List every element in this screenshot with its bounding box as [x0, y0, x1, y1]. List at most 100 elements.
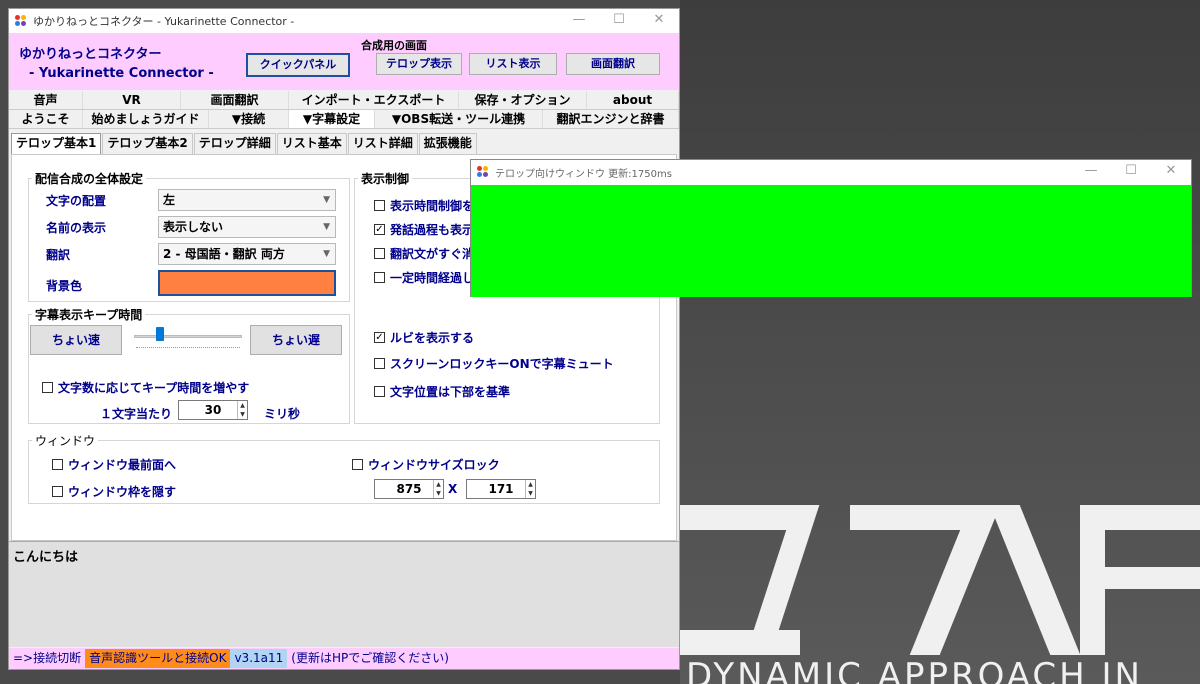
subtab-telop-detail[interactable]: テロップ詳細	[193, 133, 276, 154]
tab-about[interactable]: about	[587, 91, 679, 109]
tab-import-export[interactable]: インポート・エクスポート	[289, 91, 459, 109]
topmost-checkbox[interactable]: ウィンドウ最前面へ	[52, 456, 176, 473]
tab-translation-engine[interactable]: 翻訳エンジンと辞書	[543, 110, 679, 128]
hide-frame-checkbox[interactable]: ウィンドウ枠を隠す	[52, 483, 176, 500]
telop-chroma-area	[471, 185, 1191, 297]
name-display-select[interactable]: 表示しない ▼	[158, 216, 336, 238]
display-item-label: 表示時間制御を	[390, 199, 475, 213]
display-item-label: スクリーンロックキーONで字幕ミュート	[390, 357, 614, 371]
status-bar: =>接続切断 音声認識ツールと接続OK v3.1a11 (更新はHPでご確認くだ…	[9, 648, 679, 669]
app-name-jp: ゆかりねっとコネクター	[19, 47, 162, 62]
tab-screen-translate[interactable]: 画面翻訳	[181, 91, 289, 109]
telop-view-button[interactable]: テロップ表示	[376, 53, 462, 75]
close-button[interactable]: ✕	[639, 9, 679, 33]
app-header: ゆかりねっとコネクター - Yukarinette Connector - 合成…	[9, 33, 679, 90]
translation-label: 翻訳	[46, 248, 71, 262]
size-separator: X	[448, 482, 458, 496]
checkbox-box	[42, 382, 53, 393]
chevron-down-icon: ▼	[323, 249, 330, 259]
tab-connection[interactable]: ▼接続	[209, 110, 289, 128]
spin-arrows-icon[interactable]: ▲ ▼	[525, 480, 535, 498]
checkbox-box	[374, 358, 385, 369]
subtab-telop-basic-1[interactable]: テロップ基本1	[11, 133, 102, 154]
display-time-control-checkbox[interactable]: 表示時間制御を	[374, 197, 474, 214]
bottom-align-checkbox[interactable]: 文字位置は下部を基準	[374, 383, 510, 400]
checkbox-box	[374, 272, 385, 283]
timeout-checkbox[interactable]: 一定時間経過し	[374, 269, 474, 286]
tab-obs-transfer[interactable]: ▼OBS転送・ツール連携	[375, 110, 543, 128]
subtabs: テロップ基本1 テロップ基本2 テロップ詳細 リスト基本 リスト詳細 拡張機能	[11, 133, 478, 154]
window-width-input[interactable]: 875 ▲ ▼	[374, 479, 444, 499]
chevron-down-icon: ▼	[323, 222, 330, 232]
faster-button[interactable]: ちょい速	[30, 325, 122, 355]
display-item-label: 発話過程も表示	[390, 223, 475, 237]
per-char-value: 30	[204, 403, 222, 417]
close-button[interactable]: ✕	[1151, 160, 1191, 184]
name-display-value: 表示しない	[163, 220, 224, 234]
slower-button[interactable]: ちょい遅	[250, 325, 342, 355]
checkbox-box: ✓	[374, 224, 385, 235]
main-titlebar[interactable]: ゆかりねっとコネクター - Yukarinette Connector - — …	[9, 9, 679, 33]
text-align-label: 文字の配置	[46, 194, 107, 208]
tab-save-options[interactable]: 保存・オプション	[459, 91, 587, 109]
minimize-button[interactable]: —	[1071, 160, 1111, 184]
increase-by-chars-label: 文字数に応じてキープ時間を増やす	[58, 381, 250, 395]
app-icon	[15, 15, 27, 27]
display-item-label: 一定時間経過し	[390, 271, 475, 285]
keep-slider-track[interactable]	[134, 335, 242, 338]
translation-value: 2 - 母国語・翻訳 両方	[163, 247, 285, 261]
ms-label: ミリ秒	[264, 407, 301, 421]
window-height-input[interactable]: 171 ▲ ▼	[466, 479, 536, 499]
checkbox-box	[52, 486, 63, 497]
screen-translate-button[interactable]: 画面翻訳	[566, 53, 660, 75]
checkbox-box: ✓	[374, 332, 385, 343]
tab-vr[interactable]: VR	[83, 91, 181, 109]
spin-arrows-icon[interactable]: ▲ ▼	[433, 480, 443, 498]
spin-arrows-icon[interactable]: ▲ ▼	[237, 401, 247, 419]
bg-color-label: 背景色	[46, 279, 83, 293]
screenlock-mute-checkbox[interactable]: スクリーンロックキーONで字幕ミュート	[374, 355, 614, 372]
maximize-button[interactable]: ☐	[1111, 160, 1151, 184]
display-group-title: 表示制御	[358, 170, 413, 187]
bg-color-swatch[interactable]	[158, 270, 336, 296]
checkbox-box	[374, 248, 385, 259]
compose-label: 合成用の画面	[361, 39, 427, 52]
checkbox-box	[52, 459, 63, 470]
checkbox-box	[374, 200, 385, 211]
wallpaper-text: DYNAMIC APPROACH IN	[686, 656, 1143, 684]
window-height-value: 171	[488, 482, 514, 496]
main-tabs-row1: 音声 VR 画面翻訳 インポート・エクスポート 保存・オプション about	[9, 91, 679, 110]
show-progress-checkbox[interactable]: ✓ 発話過程も表示	[374, 221, 474, 238]
telop-titlebar[interactable]: テロップ向けウィンドウ 更新:1750ms — ☐ ✕	[471, 160, 1191, 184]
tab-welcome[interactable]: ようこそ	[9, 110, 83, 128]
display-item-label: 翻訳文がすぐ消	[390, 247, 475, 261]
subtab-telop-basic-2[interactable]: テロップ基本2	[102, 133, 193, 154]
recognition-log[interactable]: こんにちは	[9, 541, 679, 647]
keep-slider-thumb[interactable]	[156, 327, 164, 341]
minimize-button[interactable]: —	[559, 9, 599, 33]
translation-select[interactable]: 2 - 母国語・翻訳 両方 ▼	[158, 243, 336, 265]
translation-disappear-checkbox[interactable]: 翻訳文がすぐ消	[374, 245, 474, 262]
subtab-list-detail[interactable]: リスト詳細	[347, 133, 418, 154]
text-align-value: 左	[163, 193, 176, 207]
display-item-label: ルビを表示する	[390, 331, 475, 345]
per-char-input[interactable]: 30 ▲ ▼	[178, 400, 248, 420]
subtab-list-basic[interactable]: リスト基本	[276, 133, 347, 154]
text-align-select[interactable]: 左 ▼	[158, 189, 336, 211]
maximize-button[interactable]: ☐	[599, 9, 639, 33]
list-view-button[interactable]: リスト表示	[469, 53, 557, 75]
disconnect-link[interactable]: =>接続切断	[9, 649, 85, 668]
ruby-checkbox[interactable]: ✓ ルビを表示する	[374, 329, 474, 346]
checkbox-box	[374, 386, 385, 397]
increase-by-chars-checkbox[interactable]: 文字数に応じてキープ時間を増やす	[42, 379, 249, 396]
size-lock-checkbox[interactable]: ウィンドウサイズロック	[352, 456, 500, 473]
tab-getting-started[interactable]: 始めましょうガイド	[83, 110, 209, 128]
tab-voice[interactable]: 音声	[9, 91, 83, 109]
tab-subtitle-settings[interactable]: ▼字幕設定	[289, 110, 375, 128]
slider-ticks	[136, 347, 240, 348]
quick-panel-button[interactable]: クイックパネル	[246, 53, 350, 77]
per-char-label: １文字当たり	[100, 407, 173, 421]
subtab-extensions[interactable]: 拡張機能	[418, 133, 477, 154]
window-width-value: 875	[396, 482, 422, 496]
telop-window: テロップ向けウィンドウ 更新:1750ms — ☐ ✕	[470, 159, 1192, 297]
